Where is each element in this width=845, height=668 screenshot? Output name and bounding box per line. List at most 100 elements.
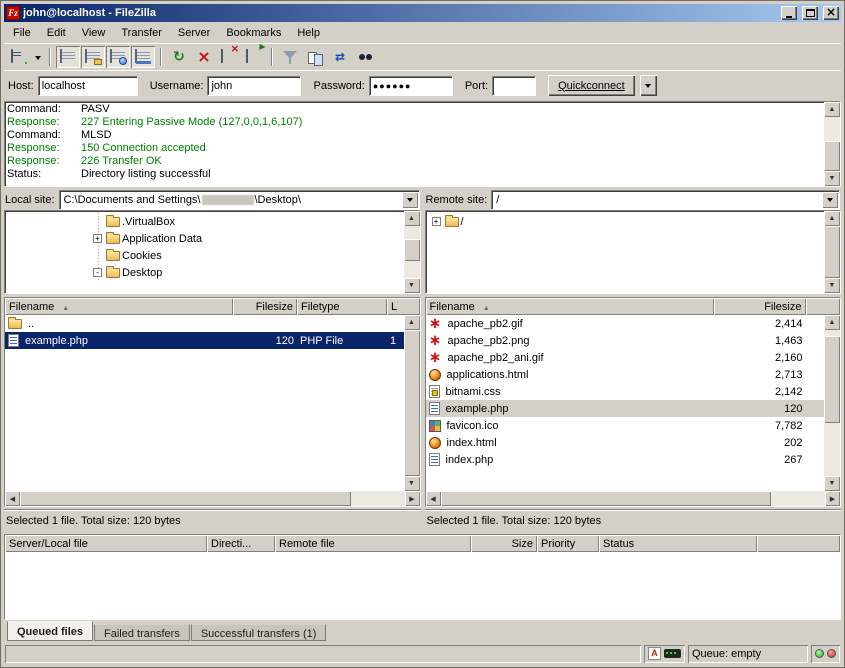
reconnect-button[interactable] (242, 46, 266, 68)
remote-list-horizontal-scrollbar[interactable]: ◀ ▶ (426, 491, 841, 506)
menu-file[interactable]: File (5, 24, 39, 42)
scrollbar-thumb[interactable] (404, 239, 420, 261)
scrollbar-track[interactable] (404, 330, 420, 476)
column-header-filename[interactable]: Filename (5, 298, 233, 315)
file-row[interactable]: apache_pb2_ani.gif2,160 (426, 349, 825, 366)
minimize-button[interactable] (781, 6, 797, 20)
remote-site-dropdown-button[interactable] (822, 192, 838, 208)
file-row-selected[interactable]: example.php120 (426, 400, 825, 417)
column-header-filesize[interactable]: Filesize (233, 298, 297, 315)
tree-item[interactable]: .VirtualBox (5, 213, 404, 230)
column-header-size[interactable]: Size (471, 535, 537, 552)
local-site-dropdown-button[interactable] (402, 192, 418, 208)
scroll-up-icon[interactable]: ▲ (404, 211, 420, 226)
disconnect-button[interactable] (217, 46, 241, 68)
file-row[interactable]: applications.html2,713 (426, 366, 825, 383)
scrollbar-thumb[interactable] (824, 336, 840, 424)
expander-icon[interactable]: + (432, 217, 441, 226)
column-header-server-local-file[interactable]: Server/Local file (5, 535, 207, 552)
cancel-button[interactable] (192, 46, 216, 68)
scrollbar-track[interactable] (441, 491, 826, 506)
menu-view[interactable]: View (74, 24, 114, 42)
scroll-up-icon[interactable]: ▲ (824, 315, 840, 330)
scroll-left-icon[interactable]: ◀ (5, 491, 20, 506)
expander-icon[interactable]: + (93, 234, 102, 243)
expander-icon[interactable]: - (93, 268, 102, 277)
scroll-left-icon[interactable]: ◀ (426, 491, 441, 506)
column-header-filetype[interactable]: Filetype (297, 298, 387, 315)
site-manager-button[interactable] (7, 46, 31, 68)
find-button[interactable] (353, 46, 377, 68)
maximize-button[interactable] (802, 6, 818, 20)
menu-edit[interactable]: Edit (39, 24, 74, 42)
scroll-right-icon[interactable]: ▶ (825, 491, 840, 506)
toggle-local-tree-button[interactable] (81, 46, 105, 68)
sync-browse-button[interactable] (328, 46, 352, 68)
remote-site-combobox[interactable]: / (491, 190, 840, 210)
file-row[interactable]: apache_pb2.png1,463 (426, 332, 825, 349)
file-row[interactable]: index.html202 (426, 434, 825, 451)
menu-transfer[interactable]: Transfer (113, 24, 170, 42)
scrollbar-track[interactable] (824, 117, 840, 171)
scrollbar-thumb[interactable] (824, 226, 840, 278)
menu-help[interactable]: Help (289, 24, 328, 42)
column-header-remote-file[interactable]: Remote file (275, 535, 471, 552)
remote-list-vertical-scrollbar[interactable]: ▲ ▼ (824, 315, 840, 491)
scrollbar-track[interactable] (824, 330, 840, 476)
refresh-button[interactable] (167, 46, 191, 68)
menu-server[interactable]: Server (170, 24, 218, 42)
tab-failed-transfers[interactable]: Failed transfers (94, 624, 190, 641)
scrollbar-thumb[interactable] (824, 141, 840, 171)
scrollbar-track[interactable] (404, 226, 420, 278)
username-input[interactable] (207, 76, 301, 96)
column-header-filesize[interactable]: Filesize (714, 298, 806, 315)
scroll-down-icon[interactable]: ▼ (824, 278, 840, 293)
local-list-horizontal-scrollbar[interactable]: ◀ ▶ (5, 491, 420, 506)
tree-item[interactable]: +Application Data (5, 230, 404, 247)
local-site-combobox[interactable]: C:\Documents and Settings\\Desktop\ (59, 190, 420, 210)
site-manager-dropdown-button[interactable] (32, 46, 44, 68)
tree-item[interactable]: +/ (426, 213, 825, 230)
column-header-last-modified[interactable]: L (387, 298, 420, 315)
scroll-down-icon[interactable]: ▼ (824, 171, 840, 186)
port-input[interactable] (492, 76, 536, 96)
scroll-down-icon[interactable]: ▼ (824, 476, 840, 491)
quickconnect-dropdown-button[interactable] (640, 75, 657, 96)
file-row[interactable]: .. (5, 315, 404, 332)
scrollbar-thumb[interactable] (404, 330, 420, 476)
compare-button[interactable] (303, 46, 327, 68)
log-vertical-scrollbar[interactable]: ▲ ▼ (824, 102, 840, 186)
tab-successful-transfers[interactable]: Successful transfers (1) (191, 624, 327, 641)
column-header-direction[interactable]: Directi... (207, 535, 275, 552)
local-tree-scrollbar[interactable]: ▲ ▼ (404, 211, 420, 293)
filter-button[interactable] (278, 46, 302, 68)
scroll-up-icon[interactable]: ▲ (404, 315, 420, 330)
scroll-up-icon[interactable]: ▲ (824, 211, 840, 226)
file-row[interactable]: index.php267 (426, 451, 825, 468)
column-header-filename[interactable]: Filename (426, 298, 714, 315)
scrollbar-thumb[interactable] (441, 491, 772, 506)
quickconnect-button[interactable]: Quickconnect (548, 75, 635, 96)
scroll-down-icon[interactable]: ▼ (404, 476, 420, 491)
transfer-type-ascii-icon[interactable] (648, 647, 661, 660)
scroll-right-icon[interactable]: ▶ (405, 491, 420, 506)
tab-queued-files[interactable]: Queued files (7, 621, 93, 641)
close-button[interactable] (823, 6, 839, 20)
menu-bookmarks[interactable]: Bookmarks (218, 24, 289, 42)
toggle-remote-tree-button[interactable] (106, 46, 130, 68)
remote-tree-scrollbar[interactable]: ▲ ▼ (824, 211, 840, 293)
scrollbar-track[interactable] (20, 491, 405, 506)
password-input[interactable] (369, 76, 453, 96)
toggle-message-log-button[interactable] (56, 46, 80, 68)
host-input[interactable] (38, 76, 138, 96)
file-row[interactable]: apache_pb2.gif2,414 (426, 315, 825, 332)
tree-item[interactable]: -Desktop (5, 264, 404, 281)
scrollbar-track[interactable] (824, 226, 840, 278)
scrollbar-thumb[interactable] (20, 491, 351, 506)
scroll-down-icon[interactable]: ▼ (404, 278, 420, 293)
toggle-queue-button[interactable] (131, 46, 155, 68)
file-row[interactable]: bitnami.css2,142 (426, 383, 825, 400)
column-header-status[interactable]: Status (599, 535, 757, 552)
scroll-up-icon[interactable]: ▲ (824, 102, 840, 117)
local-list-vertical-scrollbar[interactable]: ▲ ▼ (404, 315, 420, 491)
